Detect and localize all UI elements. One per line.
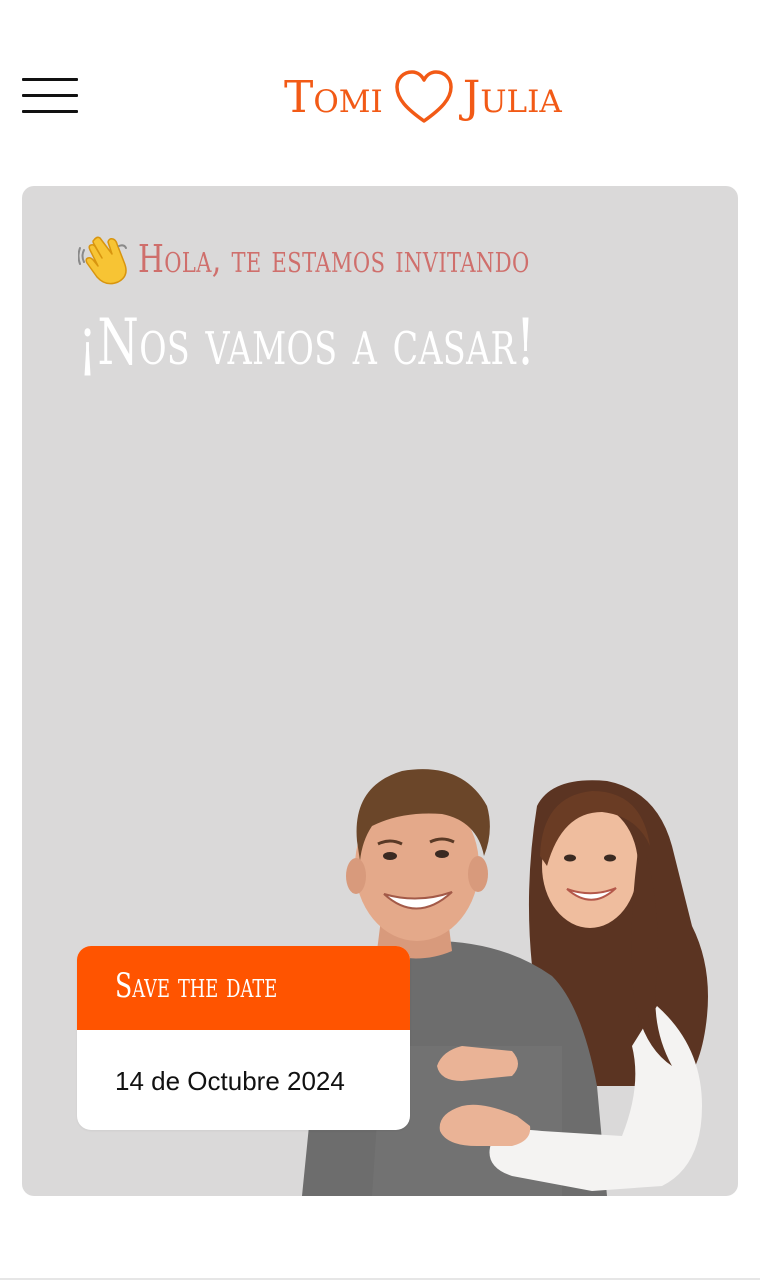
menu-line — [22, 94, 78, 97]
hero-section: Hola, te estamos invitando ¡Nos vamos a … — [22, 186, 738, 1196]
heart-outline-icon — [395, 70, 453, 123]
bottom-divider — [0, 1278, 760, 1280]
status-strip — [0, 0, 760, 8]
headline: ¡Nos vamos a casar! — [78, 306, 536, 380]
save-the-date-header: Save the date — [77, 946, 410, 1030]
hamburger-menu-icon[interactable] — [22, 78, 78, 118]
save-the-date-card: Save the date 14 de Octubre 2024 — [77, 946, 410, 1130]
waving-hand-icon — [78, 236, 127, 285]
save-the-date-title: Save the date — [115, 966, 278, 1006]
save-the-date-body: 14 de Octubre 2024 — [77, 1030, 410, 1130]
invitation-page: Tomi Julia Hola, te estamos invitando ¡N… — [0, 0, 760, 1281]
menu-line — [22, 78, 78, 81]
greeting: Hola, te estamos invitando — [78, 232, 640, 286]
site-header: Tomi Julia — [0, 40, 760, 160]
brand-name-right: Julia — [462, 71, 562, 123]
greeting-text: Hola, te estamos invitando — [138, 237, 530, 281]
menu-line — [22, 110, 78, 113]
wedding-date: 14 de Octubre 2024 — [115, 1066, 345, 1096]
brand-name-left: Tomi — [284, 71, 383, 123]
brand-logo[interactable]: Tomi Julia — [284, 62, 562, 132]
